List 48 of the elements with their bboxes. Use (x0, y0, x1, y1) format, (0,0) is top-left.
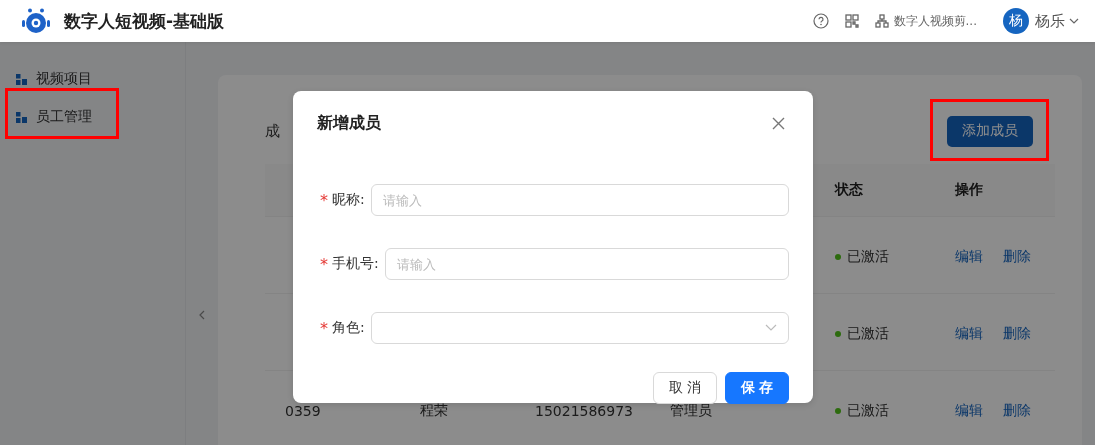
chevron-left-icon[interactable] (198, 310, 206, 320)
organization-icon (874, 14, 889, 28)
action-link[interactable]: 编辑 (955, 248, 983, 266)
field-label: 手机号: (332, 255, 379, 273)
status-text: 已激活 (847, 248, 889, 266)
input-field[interactable]: 请输入 (384, 248, 789, 280)
table-cell: 管理员 (670, 402, 712, 420)
sidebar-item[interactable]: 员工管理 (36, 108, 92, 126)
table-cell: 15021586973 (535, 403, 633, 419)
logo-icon (20, 8, 52, 34)
close-icon[interactable] (772, 117, 785, 130)
select-field[interactable] (370, 312, 789, 344)
save-button[interactable]: 保 存 (725, 372, 789, 404)
dialog-title: 新增成员 (317, 113, 381, 134)
status-text: 已激活 (847, 325, 889, 343)
status-dot (835, 408, 841, 414)
user-avatar[interactable]: 杨 (1003, 8, 1029, 34)
status-dot (835, 254, 841, 260)
action-link[interactable]: 删除 (1003, 402, 1031, 420)
organization-name[interactable]: 数字人视频剪... (893, 12, 977, 30)
table-cell: 程荣 (420, 402, 448, 420)
chevron-down-icon (765, 324, 777, 332)
add-member-button[interactable]: 添加成员 (947, 115, 1033, 147)
user-name[interactable]: 杨乐 (1035, 11, 1065, 31)
menu-item-icon (16, 111, 27, 123)
column-header: 状态 (835, 181, 863, 199)
qr-code-icon[interactable] (844, 14, 859, 28)
page-title: 成 (265, 121, 280, 141)
field-label: 昵称: (332, 191, 365, 209)
required-mark: * (320, 190, 328, 210)
input-field[interactable]: 请输入 (370, 184, 789, 216)
action-link[interactable]: 编辑 (955, 325, 983, 343)
menu-item-icon (16, 73, 27, 85)
chevron-down-icon[interactable] (1069, 17, 1079, 25)
sidebar-item[interactable]: 视频项目 (36, 70, 92, 88)
status-text: 已激活 (847, 402, 889, 420)
action-link[interactable]: 删除 (1003, 325, 1031, 343)
required-mark: * (320, 318, 328, 338)
action-link[interactable]: 删除 (1003, 248, 1031, 266)
column-header: 操作 (955, 181, 983, 199)
table-cell: 0359 (285, 403, 321, 419)
help-icon[interactable] (812, 13, 829, 29)
status-dot (835, 331, 841, 337)
action-link[interactable]: 编辑 (955, 402, 983, 420)
field-label: 角色: (332, 319, 365, 337)
cancel-button[interactable]: 取 消 (653, 372, 717, 404)
app-title: 数字人短视频-基础版 (64, 9, 225, 33)
required-mark: * (320, 254, 328, 274)
